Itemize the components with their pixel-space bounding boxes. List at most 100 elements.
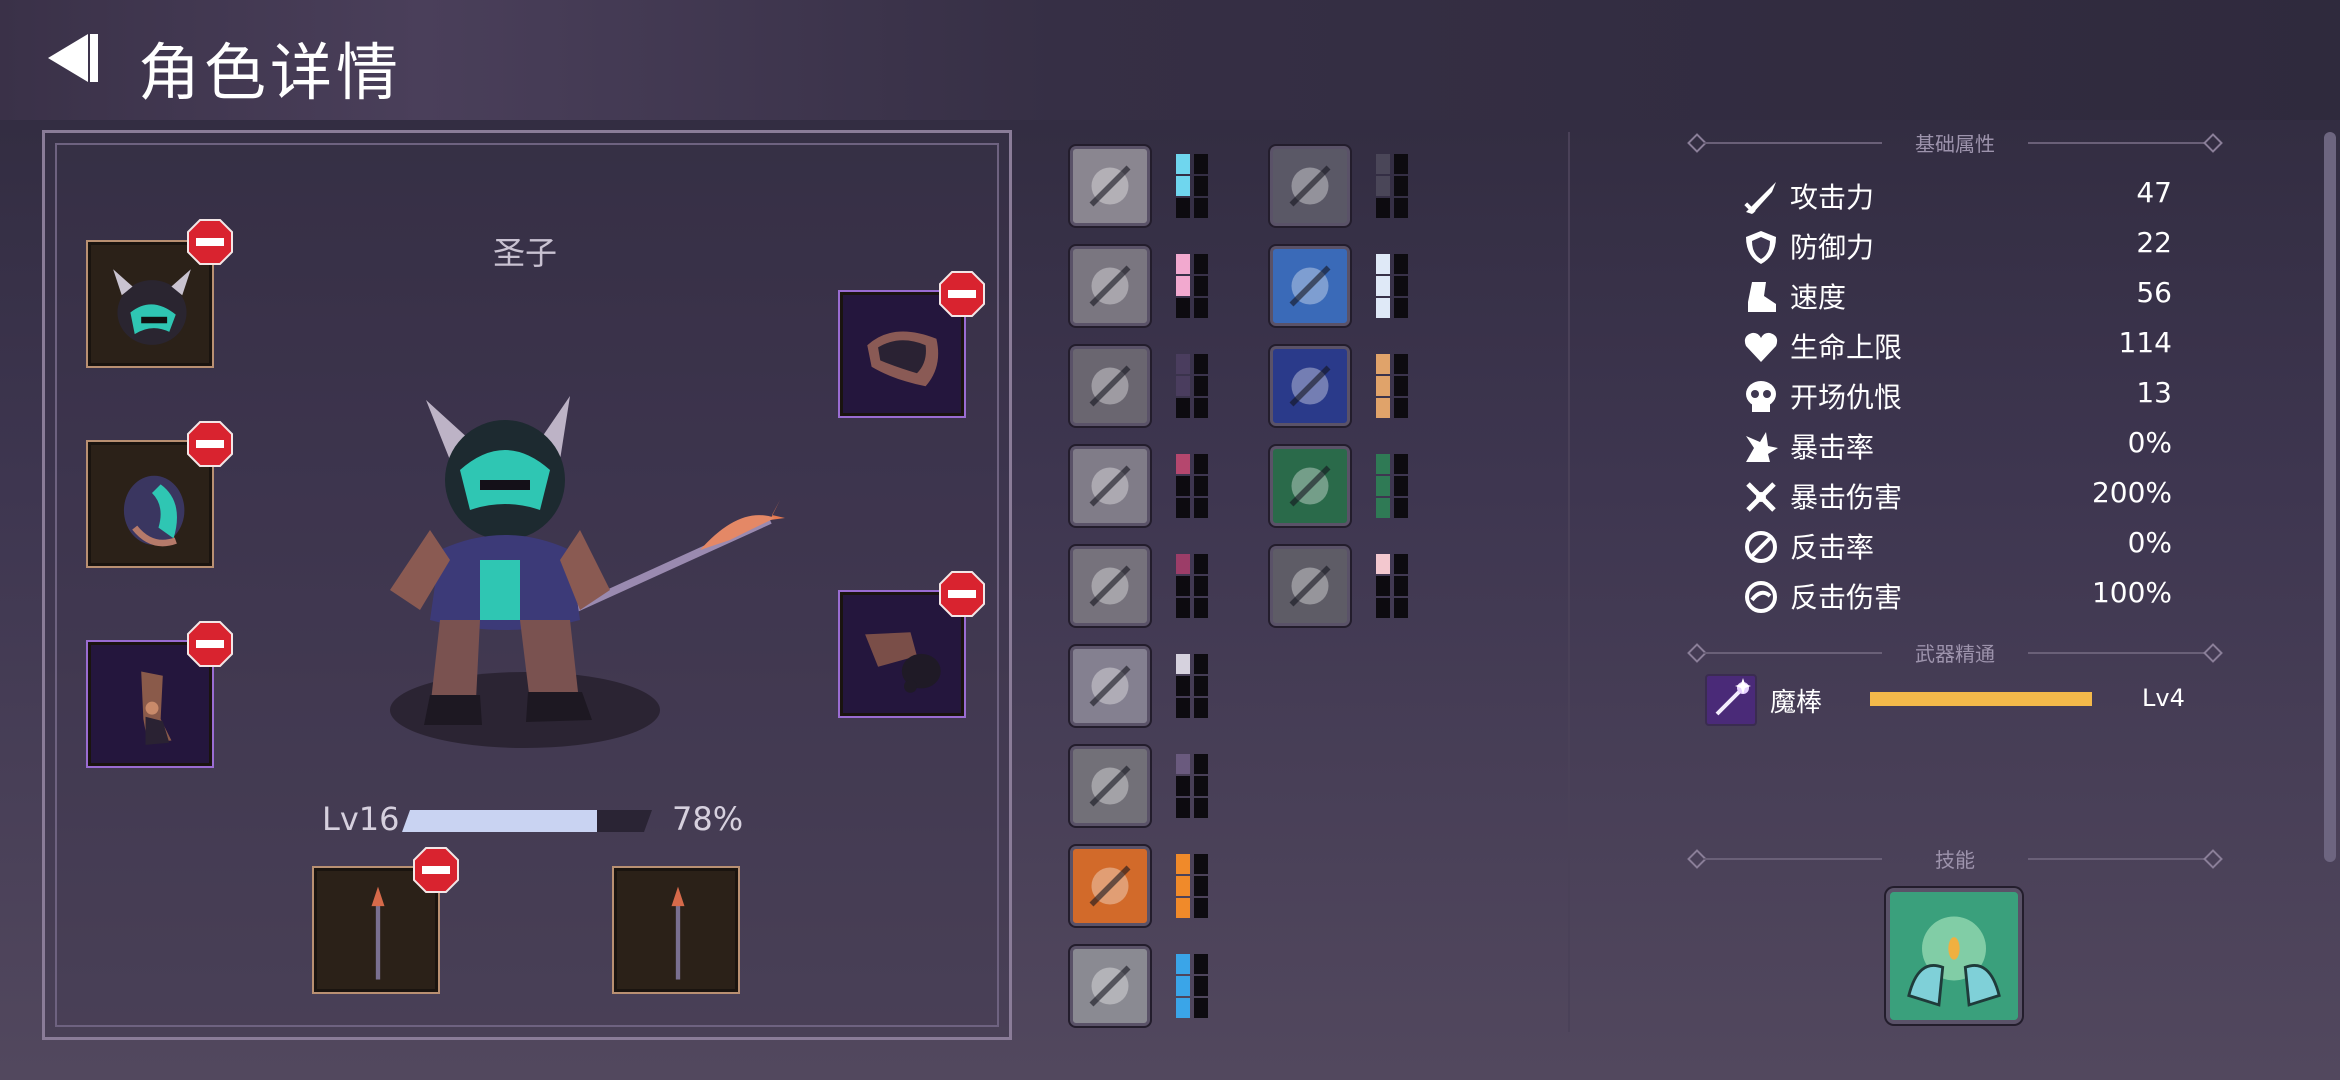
stat-row: 速度 56 xyxy=(1742,274,2172,318)
remove-icon xyxy=(413,847,459,893)
wind-slash-icon[interactable] xyxy=(1270,146,1350,226)
horned-helmet-icon xyxy=(113,269,191,345)
stat-value: 0% xyxy=(2127,426,2172,459)
scrollbar[interactable] xyxy=(2324,132,2336,862)
talent-pip xyxy=(1176,998,1190,1018)
mace-icon[interactable] xyxy=(1070,946,1150,1026)
spear-icon xyxy=(671,886,685,980)
remove-weapon-button[interactable] xyxy=(412,846,460,894)
stats-section-header: 基础属性 xyxy=(1687,128,2223,158)
talent-pip xyxy=(1376,354,1390,374)
sword-icon xyxy=(1742,178,1780,216)
talent-pip xyxy=(1376,176,1390,196)
character-portrait xyxy=(390,396,785,748)
mastery-section-header: 武器精通 xyxy=(1687,638,2223,668)
stat-name: 暴击伤害 xyxy=(1790,481,1903,514)
counter-icon xyxy=(1742,528,1780,566)
spear-icon xyxy=(371,886,385,980)
talent-pips xyxy=(1176,754,1212,820)
heart-icon xyxy=(1742,328,1780,366)
stat-name: 防御力 xyxy=(1790,231,1875,264)
weapon-name: 魔棒 xyxy=(1770,688,1823,718)
forest-banner-icon[interactable] xyxy=(1270,446,1350,526)
talent-pip xyxy=(1194,276,1208,296)
talent-pip xyxy=(1376,476,1390,496)
remove-head-button[interactable] xyxy=(186,218,234,266)
talent-pip xyxy=(1176,354,1190,374)
battle-axe-icon[interactable] xyxy=(1070,646,1150,726)
talent-pips xyxy=(1176,254,1212,320)
talent-pip xyxy=(1194,676,1208,696)
talent-pip xyxy=(1194,576,1208,596)
remove-icon xyxy=(187,621,233,667)
talent-pips xyxy=(1176,354,1212,420)
talent-pip xyxy=(1176,576,1190,596)
talent-pips xyxy=(1376,454,1412,520)
claw-slash-icon[interactable] xyxy=(1070,446,1150,526)
equip-slot-offhand[interactable] xyxy=(612,866,740,994)
talent-pip xyxy=(1194,154,1208,174)
talent-pip xyxy=(1194,176,1208,196)
remove-shoulder-button[interactable] xyxy=(938,270,986,318)
stat-row: 防御力 22 xyxy=(1742,224,2172,268)
stat-row: 生命上限 114 xyxy=(1742,324,2172,368)
talent-pip xyxy=(1194,498,1208,518)
talent-pip xyxy=(1176,954,1190,974)
talent-pip xyxy=(1176,976,1190,996)
back-button[interactable] xyxy=(44,28,104,88)
mastery-level: Lv4 xyxy=(2142,684,2185,712)
talent-pip xyxy=(1376,598,1390,618)
teal-helmet-icon xyxy=(123,475,185,547)
talent-pips xyxy=(1376,354,1412,420)
stat-name: 暴击率 xyxy=(1790,431,1875,464)
talent-pip xyxy=(1176,376,1190,396)
talent-pip xyxy=(1194,798,1208,818)
remove-hands-button[interactable] xyxy=(938,570,986,618)
talent-pip xyxy=(1176,454,1190,474)
skills-section-header: 技能 xyxy=(1687,844,2223,874)
talent-pip xyxy=(1176,276,1190,296)
raised-fist-icon[interactable] xyxy=(1070,146,1150,226)
talent-pip xyxy=(1376,154,1390,174)
shield-icon xyxy=(1742,228,1780,266)
talent-pip xyxy=(1176,676,1190,696)
talent-pip xyxy=(1176,398,1190,418)
remove-helmet-button[interactable] xyxy=(186,420,234,468)
talent-pips xyxy=(1376,154,1412,220)
talent-pip xyxy=(1376,398,1390,418)
shield-bearer-icon[interactable] xyxy=(1070,746,1150,826)
crossed-blades-icon[interactable] xyxy=(1070,546,1150,626)
remove-legs-button[interactable] xyxy=(186,620,234,668)
skill-slot[interactable] xyxy=(1886,888,2022,1024)
light-orb-icon[interactable] xyxy=(1270,346,1350,426)
twin-sabers-icon[interactable] xyxy=(1270,546,1350,626)
winged-shield-icon[interactable] xyxy=(1270,246,1350,326)
talent-pip xyxy=(1194,654,1208,674)
page-title: 角色详情 xyxy=(138,36,403,109)
character-name: 圣子 xyxy=(492,234,557,272)
stat-name: 反击伤害 xyxy=(1790,581,1903,614)
stat-row: 反击率 0% xyxy=(1742,524,2172,568)
stat-name: 生命上限 xyxy=(1790,331,1903,364)
talent-pips xyxy=(1176,454,1212,520)
talent-pip xyxy=(1194,254,1208,274)
talent-pip xyxy=(1176,154,1190,174)
talent-pip xyxy=(1176,876,1190,896)
talent-pip xyxy=(1176,298,1190,318)
talent-pip xyxy=(1376,298,1390,318)
fire-hand-icon[interactable] xyxy=(1070,846,1150,926)
talent-pip xyxy=(1176,598,1190,618)
talent-pip xyxy=(1376,454,1390,474)
back-arrow-icon xyxy=(48,34,98,82)
stats-section-label: 基础属性 xyxy=(1915,132,1995,156)
crit-burst-icon xyxy=(1742,428,1780,466)
level-label: Lv16 xyxy=(322,800,400,838)
xp-bar xyxy=(402,810,652,832)
boot-icon[interactable] xyxy=(1070,246,1150,326)
remove-icon xyxy=(939,571,985,617)
talent-pip xyxy=(1194,998,1208,1018)
talent-pip xyxy=(1176,776,1190,796)
talent-pip xyxy=(1376,276,1390,296)
stat-value: 100% xyxy=(2091,576,2172,609)
ghost-head-icon[interactable] xyxy=(1070,346,1150,426)
